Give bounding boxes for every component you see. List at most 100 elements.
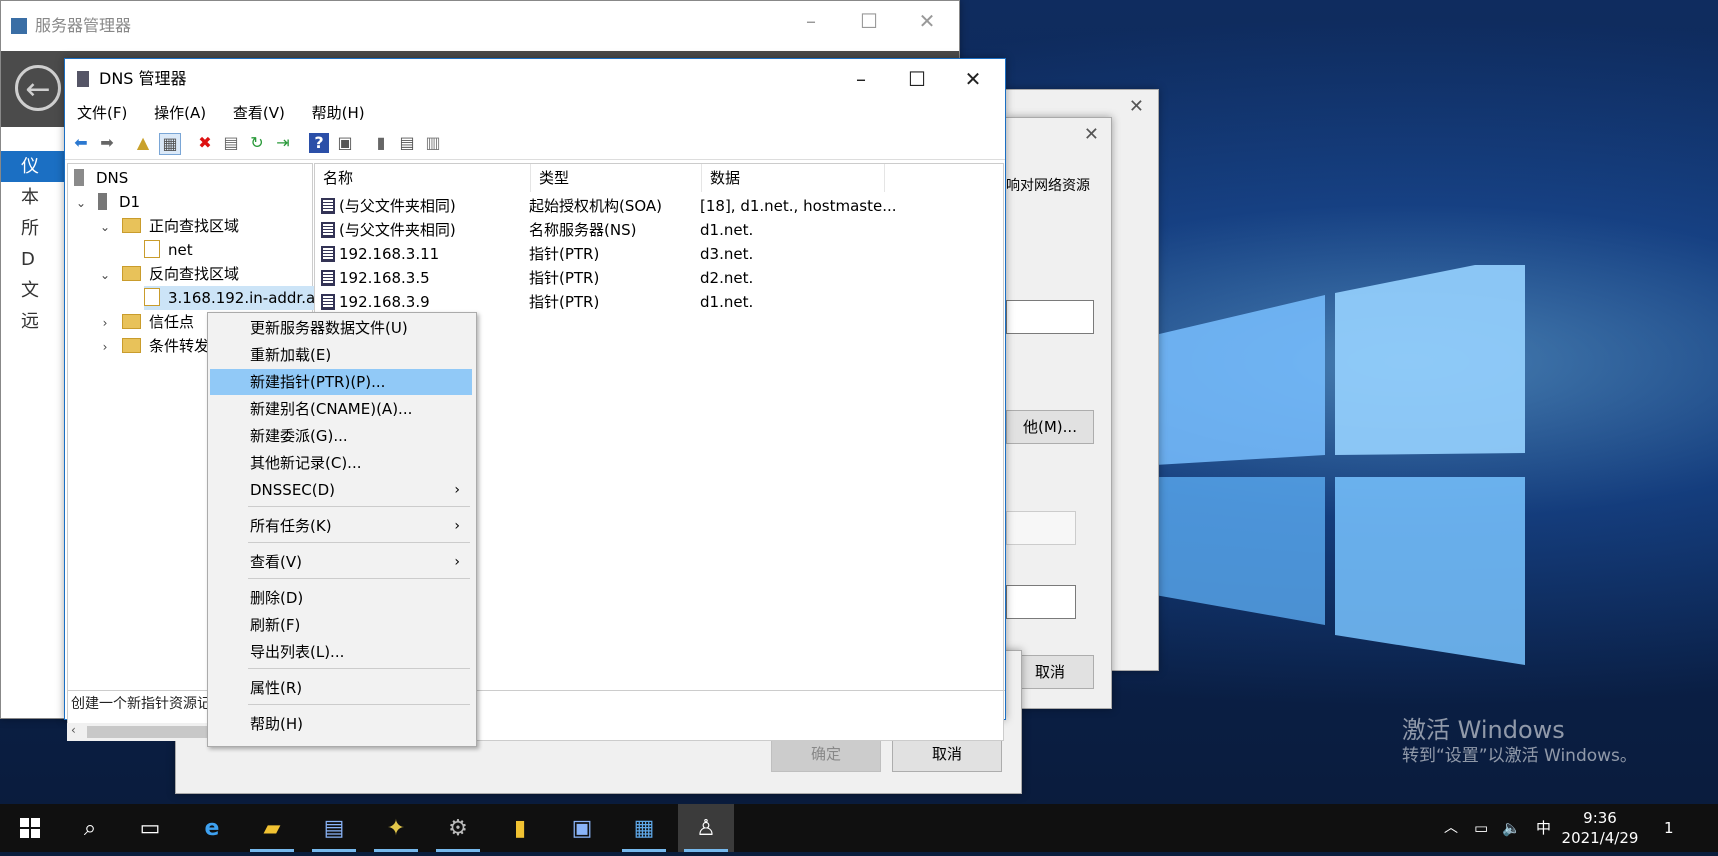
- menu-item-delete[interactable]: 删除(D): [210, 585, 472, 611]
- ie-icon[interactable]: e: [184, 804, 240, 852]
- column-data[interactable]: 数据: [702, 164, 885, 192]
- ime-indicator[interactable]: 中: [1536, 804, 1551, 852]
- chevron-right-icon[interactable]: ›: [98, 335, 112, 359]
- records-icon[interactable]: ▥: [423, 133, 443, 153]
- minimize-button[interactable]: –: [833, 59, 889, 99]
- nav-item-local[interactable]: 本: [1, 182, 71, 213]
- chevron-down-icon[interactable]: ⌄: [98, 215, 112, 239]
- network-icon[interactable]: ▭: [1474, 804, 1488, 852]
- nav-item-files[interactable]: 文: [1, 275, 71, 306]
- maximize-button[interactable]: ☐: [889, 59, 945, 99]
- menu-item-export-list[interactable]: 导出列表(L)...: [210, 639, 472, 665]
- up-folder-icon[interactable]: ▲: [133, 133, 153, 153]
- back-arrow-icon[interactable]: ⬅: [71, 133, 91, 153]
- task-view-icon[interactable]: ▭: [122, 804, 178, 852]
- tree-item-forward-zones[interactable]: ⌄ 正向查找区域: [98, 214, 239, 238]
- background-dialog-inner: ✕ 响对网络资源 他(M)... 取消: [1005, 117, 1112, 709]
- menu-item-new-ptr[interactable]: 新建指针(PTR)(P)...: [210, 369, 472, 395]
- remote-desktop-icon[interactable]: ▣: [554, 804, 610, 852]
- notification-icon[interactable]: 1: [1664, 804, 1674, 852]
- export-icon[interactable]: ⇥: [273, 133, 293, 153]
- delete-icon[interactable]: ✖: [195, 133, 215, 153]
- users-computers-icon[interactable]: ▦: [616, 804, 672, 852]
- file-explorer-icon[interactable]: ▰: [244, 804, 300, 852]
- scroll-thumb[interactable]: [87, 726, 217, 738]
- menu-file[interactable]: 文件(F): [77, 104, 127, 122]
- tools-icon[interactable]: ✦: [368, 804, 424, 852]
- tree-item-server[interactable]: ⌄ D1: [74, 190, 140, 214]
- server-manager-icon: [11, 18, 27, 34]
- server-manager-taskbar-icon[interactable]: ▤: [306, 804, 362, 852]
- back-icon[interactable]: ←: [15, 65, 61, 111]
- maximize-button[interactable]: ☐: [841, 1, 897, 41]
- close-button[interactable]: ✕: [945, 59, 1001, 99]
- menu-view[interactable]: 查看(V): [233, 104, 285, 122]
- nav-item-dns[interactable]: D: [1, 244, 71, 275]
- menu-item-properties[interactable]: 属性(R): [210, 675, 472, 701]
- close-icon[interactable]: ✕: [1129, 96, 1144, 117]
- tree-item-zone-net[interactable]: net: [144, 238, 193, 262]
- tree-item-trust-points[interactable]: › 信任点: [98, 310, 194, 334]
- zone-icon: [144, 288, 160, 306]
- menu-item-help[interactable]: 帮助(H): [210, 711, 472, 737]
- minimize-button[interactable]: –: [783, 1, 839, 41]
- menu-item-new-cname[interactable]: 新建别名(CNAME)(A)...: [210, 396, 472, 422]
- cancel-button[interactable]: 取消: [892, 736, 1002, 772]
- menu-help[interactable]: 帮助(H): [312, 104, 365, 122]
- list-icon[interactable]: ▤: [397, 133, 417, 153]
- menu-separator: [248, 668, 470, 669]
- properties-icon[interactable]: ▤: [221, 133, 241, 153]
- menu-item-new-delegation[interactable]: 新建委派(G)...: [210, 423, 472, 449]
- record-icon: [321, 270, 335, 286]
- tree-item-dns[interactable]: DNS: [74, 166, 128, 190]
- server-icon[interactable]: ▮: [371, 133, 391, 153]
- chevron-down-icon[interactable]: ⌄: [74, 191, 88, 215]
- chevron-down-icon[interactable]: ⌄: [98, 263, 112, 287]
- folder-icon: [122, 218, 141, 233]
- tree-item-conditional-forwarders[interactable]: › 条件转发: [98, 334, 209, 358]
- dns-taskbar-icon[interactable]: ♙: [678, 804, 734, 852]
- folder-icon: [122, 266, 141, 281]
- menu-action[interactable]: 操作(A): [154, 104, 206, 122]
- nav-item-dashboard[interactable]: 仪: [1, 151, 71, 182]
- start-button[interactable]: [2, 804, 58, 852]
- folder-taskbar-icon[interactable]: ▮: [492, 804, 548, 852]
- menu-item-refresh[interactable]: 刷新(F): [210, 612, 472, 638]
- other-button[interactable]: 他(M)...: [1006, 410, 1094, 444]
- clock[interactable]: 9:36 2021/4/29: [1560, 804, 1640, 856]
- menu-item-view[interactable]: 查看(V) ›: [210, 549, 472, 575]
- show-tree-icon[interactable]: ▦: [159, 133, 181, 155]
- windows-icon: [20, 818, 40, 838]
- column-name[interactable]: 名称: [315, 164, 531, 192]
- dialog-field[interactable]: [1006, 585, 1076, 619]
- services-icon[interactable]: ⚙: [430, 804, 486, 852]
- close-button[interactable]: ✕: [899, 1, 955, 41]
- server-icon: [98, 193, 107, 210]
- menu-item-all-tasks[interactable]: 所有任务(K) ›: [210, 513, 472, 539]
- volume-muted-icon[interactable]: 🔈: [1502, 804, 1521, 852]
- help-icon[interactable]: ?: [309, 133, 329, 153]
- nav-item-remote[interactable]: 远: [1, 306, 71, 337]
- menu-item-update-server-file[interactable]: 更新服务器数据文件(U): [210, 315, 472, 341]
- zone-icon: [144, 240, 160, 258]
- record-icon: [321, 246, 335, 262]
- tree-item-reverse-zone-selected[interactable]: 3.168.192.in-addr.a: [144, 286, 318, 310]
- forward-arrow-icon[interactable]: ➡: [97, 133, 117, 153]
- search-icon[interactable]: ⌕: [62, 804, 118, 852]
- notification-count: 1: [1664, 819, 1674, 837]
- menu-item-other-records[interactable]: 其他新记录(C)...: [210, 450, 472, 476]
- ok-button[interactable]: 确定: [771, 736, 881, 772]
- close-icon[interactable]: ✕: [1084, 124, 1099, 145]
- dialog-input[interactable]: [1006, 300, 1094, 334]
- menu-item-reload[interactable]: 重新加载(E): [210, 342, 472, 368]
- nav-item-all[interactable]: 所: [1, 213, 71, 244]
- dns-app-icon: [77, 71, 89, 87]
- refresh-icon[interactable]: ↻: [247, 133, 267, 153]
- tree-item-reverse-zones[interactable]: ⌄ 反向查找区域: [98, 262, 239, 286]
- column-type[interactable]: 类型: [531, 164, 702, 192]
- chevron-right-icon[interactable]: ›: [98, 311, 112, 335]
- menu-item-dnssec[interactable]: DNSSEC(D) ›: [210, 477, 472, 503]
- console-icon[interactable]: ▣: [335, 133, 355, 153]
- scroll-left-icon[interactable]: ‹: [71, 723, 76, 737]
- chevron-up-icon[interactable]: ︿: [1444, 804, 1458, 852]
